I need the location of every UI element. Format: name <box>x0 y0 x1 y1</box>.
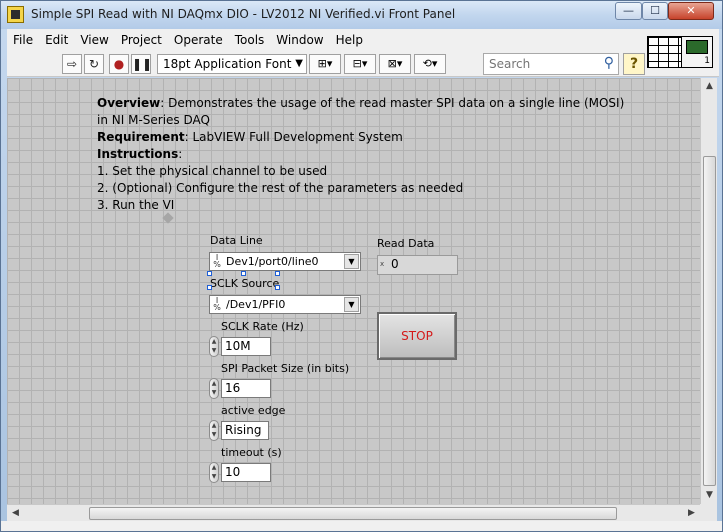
search-icon[interactable]: ⚲ <box>604 55 614 71</box>
step-3: 3. Run the VI <box>97 198 175 212</box>
menu-file[interactable]: File <box>7 33 39 47</box>
scroll-right-icon[interactable]: ▶ <box>683 505 700 522</box>
data-line-control[interactable]: I% Dev1/port0/line0 ▼ <box>209 252 361 271</box>
step-1: 1. Set the physical channel to be used <box>97 164 328 178</box>
packet-size-label: SPI Packet Size (in bits) <box>221 362 350 375</box>
labview-window: Simple SPI Read with NI DAQmx DIO - LV20… <box>0 0 723 532</box>
requirement-text: : LabVIEW Full Development System <box>184 130 403 144</box>
stop-button[interactable]: STOP <box>377 312 457 360</box>
instructions-label: Instructions <box>97 147 179 161</box>
data-line-value: Dev1/port0/line0 <box>226 255 319 268</box>
increment-decrement-icon[interactable]: ▲ ▼ <box>209 462 219 483</box>
context-help-button[interactable]: ? <box>623 53 645 75</box>
instructions-text: Overview: Demonstrates the usage of the … <box>97 95 627 214</box>
pause-icon[interactable]: ❚❚ <box>131 54 152 74</box>
packet-size-value[interactable]: 16 <box>221 379 271 398</box>
daq-screen-icon <box>686 40 708 54</box>
increment-decrement-icon[interactable]: ▲ ▼ <box>209 336 219 357</box>
front-panel[interactable]: Overview: Demonstrates the usage of the … <box>7 78 700 504</box>
active-edge-label: active edge <box>221 404 286 417</box>
maximize-button[interactable]: ☐ <box>642 2 668 20</box>
horizontal-scrollbar[interactable]: ◀ ▶ <box>7 504 700 521</box>
minimize-button[interactable]: — <box>615 2 642 20</box>
chevron-down-icon: ▼ <box>295 58 303 69</box>
search-input[interactable] <box>484 54 592 74</box>
labview-app-icon <box>7 6 24 23</box>
window-title: Simple SPI Read with NI DAQmx DIO - LV20… <box>31 7 456 21</box>
abort-icon[interactable]: ● <box>109 54 129 74</box>
read-data-value: 0 <box>391 257 399 271</box>
menu-operate[interactable]: Operate <box>168 33 229 47</box>
sclk-source-control[interactable]: I% /Dev1/PFI0 ▼ <box>209 295 361 314</box>
font-select-value: 18pt Application Font <box>163 57 292 71</box>
scroll-left-icon[interactable]: ◀ <box>7 505 24 522</box>
search-box[interactable]: ⚲ <box>483 53 619 75</box>
toolbar: ⇨ ↻ ● ❚❚ 18pt Application Font ▼ ⊞▾ ⊟▾ ⊠… <box>7 51 719 77</box>
data-line-label: Data Line <box>210 234 263 247</box>
scroll-up-icon[interactable]: ▲ <box>701 78 718 95</box>
timeout-value[interactable]: 10 <box>221 463 271 482</box>
menu-project[interactable]: Project <box>115 33 168 47</box>
active-edge-value[interactable]: Rising <box>221 421 269 440</box>
menu-bar: File Edit View Project Operate Tools Win… <box>7 29 719 51</box>
instructions-colon: : <box>178 147 183 161</box>
step-2: 2. (Optional) Configure the rest of the … <box>97 181 464 195</box>
status-strip <box>1 521 722 531</box>
vi-icon[interactable]: 1 <box>681 36 713 68</box>
vi-icon-number: 1 <box>704 56 710 66</box>
title-bar[interactable]: Simple SPI Read with NI DAQmx DIO - LV20… <box>1 1 722 29</box>
run-continuously-icon[interactable]: ↻ <box>84 54 104 74</box>
chevron-down-icon[interactable]: ▼ <box>344 297 359 312</box>
io-channel-icon: I% <box>213 253 221 269</box>
requirement-line: Requirement: LabVIEW Full Development Sy… <box>97 129 627 146</box>
align-objects-icon[interactable]: ⊞▾ <box>309 54 341 74</box>
read-data-indicator: x 0 <box>377 255 458 275</box>
decoration-marker <box>162 212 174 224</box>
vertical-scrollbar[interactable]: ▲ ▼ <box>700 78 717 504</box>
overview-line: Overview: Demonstrates the usage of the … <box>97 95 627 129</box>
read-data-label: Read Data <box>377 237 435 250</box>
hex-radix-icon: x <box>380 260 385 268</box>
vertical-scroll-thumb[interactable] <box>703 156 716 486</box>
chevron-down-icon[interactable]: ▼ <box>344 254 359 269</box>
close-button[interactable]: ✕ <box>668 2 714 20</box>
increment-decrement-icon[interactable]: ▲ ▼ <box>209 378 219 399</box>
reorder-icon[interactable]: ⟲▾ <box>414 54 446 74</box>
run-arrow-icon[interactable]: ⇨ <box>62 54 82 74</box>
scrollbar-corner <box>700 504 717 521</box>
resize-objects-icon[interactable]: ⊠▾ <box>379 54 411 74</box>
horizontal-scroll-thumb[interactable] <box>89 507 617 520</box>
sclk-rate-value[interactable]: 10M <box>221 337 271 356</box>
instructions-line: Instructions: <box>97 146 627 163</box>
menu-window[interactable]: Window <box>270 33 329 47</box>
font-select[interactable]: 18pt Application Font ▼ <box>157 54 307 74</box>
overview-text: : Demonstrates the usage of the read mas… <box>97 96 625 127</box>
requirement-label: Requirement <box>97 130 185 144</box>
sclk-rate-label: SCLK Rate (Hz) <box>221 320 304 333</box>
distribute-objects-icon[interactable]: ⊟▾ <box>344 54 376 74</box>
overview-label: Overview <box>97 96 161 110</box>
menu-tools[interactable]: Tools <box>229 33 271 47</box>
selection-handles <box>207 271 280 290</box>
menu-help[interactable]: Help <box>330 33 369 47</box>
menu-edit[interactable]: Edit <box>39 33 74 47</box>
sclk-source-value: /Dev1/PFI0 <box>226 298 286 311</box>
menu-view[interactable]: View <box>74 33 114 47</box>
timeout-label: timeout (s) <box>221 446 282 459</box>
scroll-down-icon[interactable]: ▼ <box>701 487 718 504</box>
increment-decrement-icon[interactable]: ▲ ▼ <box>209 420 219 441</box>
io-channel-icon: I% <box>213 296 221 312</box>
